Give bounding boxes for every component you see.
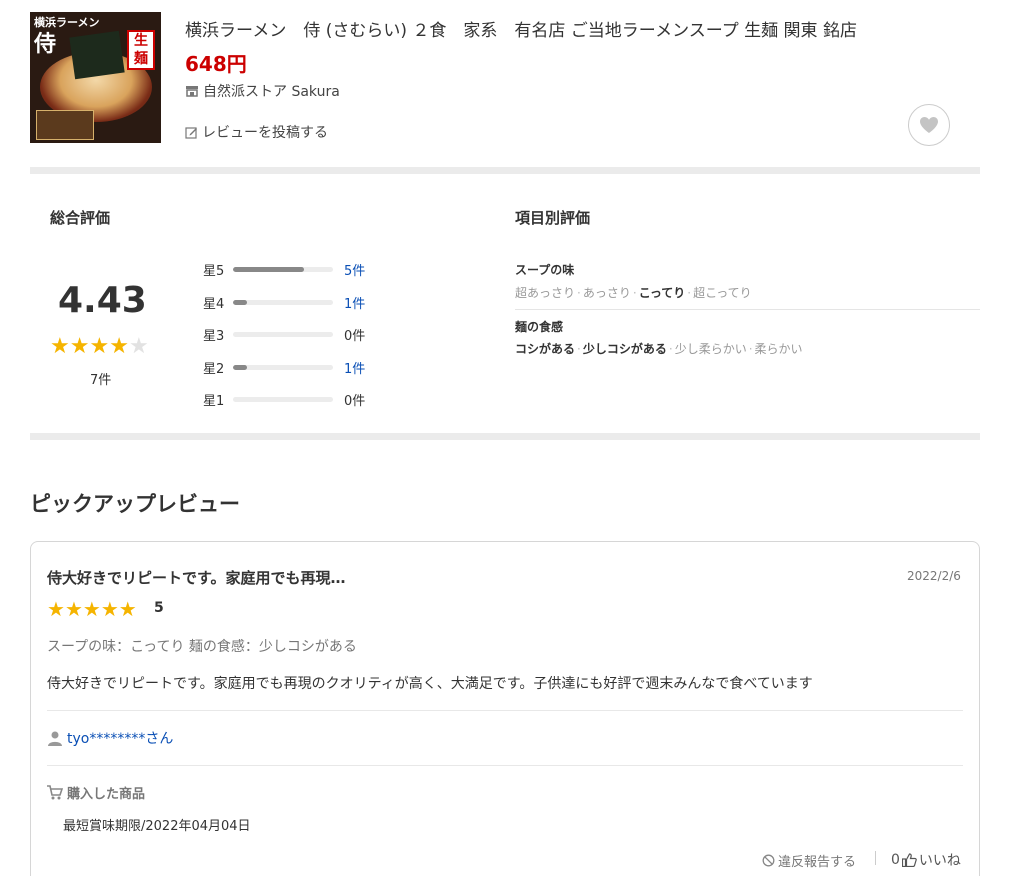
attribute-option: 少しコシがある bbox=[582, 342, 667, 356]
nori-image bbox=[69, 30, 125, 80]
attribute-options-noodle: コシがある · 少しコシがある · 少し柔らかい · 柔らかい bbox=[515, 340, 803, 357]
like-button[interactable]: 0 いいね bbox=[891, 850, 961, 870]
distribution-count-link[interactable]: 5件 bbox=[344, 260, 365, 279]
distribution-count: 0件 bbox=[344, 393, 366, 409]
edit-icon bbox=[185, 126, 197, 139]
review-attributes: スープの味：こってり 麺の食感：少しコシがある bbox=[47, 639, 357, 655]
section-divider bbox=[30, 167, 980, 174]
like-label: いいね bbox=[918, 853, 961, 869]
overall-rating-heading: 総合評価 bbox=[50, 209, 111, 227]
attribute-option: 柔らかい bbox=[754, 342, 803, 356]
star-empty-icon: ★ bbox=[128, 334, 149, 359]
distribution-label: 星5 bbox=[203, 263, 225, 279]
distribution-row-5: 星5 5件 bbox=[203, 259, 365, 279]
purchased-heading: 購入した商品 bbox=[47, 783, 145, 802]
option-separator: · bbox=[577, 286, 581, 300]
attribute-option: 超あっさり bbox=[515, 286, 576, 300]
distribution-row-4: 星4 1件 bbox=[203, 292, 365, 312]
attribute-divider bbox=[515, 309, 980, 310]
thumbnail-badge: 生麺 bbox=[127, 30, 155, 70]
review-body: 侍大好きでリピートです。家庭用でも再現のクオリティが高く、大満足です。子供達にも… bbox=[47, 676, 813, 692]
distribution-label: 星2 bbox=[203, 361, 225, 377]
reviewer-name: tyo********さん bbox=[67, 731, 174, 747]
favorite-button[interactable] bbox=[908, 104, 950, 146]
star-icon: ★ bbox=[69, 334, 90, 359]
thumbnail-brand-main: 侍 bbox=[34, 31, 57, 57]
section-divider bbox=[30, 433, 980, 440]
distribution-count-link[interactable]: 1件 bbox=[344, 358, 365, 377]
attribute-options-soup: 超あっさり · あっさり · こってり · 超こってり bbox=[515, 284, 752, 301]
distribution-label: 星4 bbox=[203, 296, 225, 312]
star-icon: ★ bbox=[64, 597, 83, 621]
distribution-bar bbox=[233, 364, 333, 370]
option-separator: · bbox=[687, 286, 692, 300]
star-icon: ★ bbox=[47, 597, 65, 621]
star-icon: ★ bbox=[50, 334, 70, 359]
star-icon: ★ bbox=[109, 334, 129, 359]
option-separator: · bbox=[668, 342, 673, 356]
review-stars: ★ ★ ★ ★ ★ bbox=[47, 597, 137, 621]
distribution-bar bbox=[233, 299, 333, 305]
attribute-option: 少し柔らかい bbox=[674, 342, 747, 356]
post-review-link[interactable]: レビューを投稿する bbox=[185, 122, 328, 142]
cart-icon bbox=[47, 785, 63, 800]
star-icon: ★ bbox=[82, 597, 101, 621]
attribute-name-soup: スープの味 bbox=[515, 263, 575, 277]
option-separator: · bbox=[632, 286, 637, 300]
report-button[interactable]: 違反報告する bbox=[762, 851, 856, 870]
star-icon: ★ bbox=[100, 597, 119, 621]
star-icon: ★ bbox=[118, 597, 137, 621]
distribution-fill bbox=[233, 266, 305, 272]
review-title[interactable]: 侍大好きでリピートです。家庭用でも再現… bbox=[47, 567, 346, 588]
distribution-fill bbox=[233, 364, 248, 370]
user-icon bbox=[48, 731, 62, 746]
product-price: 648円 bbox=[185, 52, 247, 76]
review-score: 5 bbox=[154, 600, 164, 616]
distribution-label: 星1 bbox=[203, 393, 225, 409]
store-link[interactable]: 自然派ストア Sakura bbox=[185, 81, 340, 101]
distribution-bar bbox=[233, 396, 333, 402]
attribute-option: あっさり bbox=[582, 286, 631, 300]
attribute-option: コシがある bbox=[515, 342, 576, 356]
thumbs-up-icon bbox=[901, 853, 917, 867]
distribution-row-3: 星3 0件 bbox=[203, 324, 365, 344]
distribution-count-link[interactable]: 1件 bbox=[344, 293, 365, 312]
purchased-label: 購入した商品 bbox=[67, 787, 146, 802]
distribution-label: 星3 bbox=[203, 328, 225, 344]
star-icon: ★ bbox=[89, 334, 110, 359]
review-divider bbox=[47, 710, 963, 711]
store-name: 自然派ストア Sakura bbox=[203, 84, 340, 100]
store-icon bbox=[186, 86, 198, 97]
attribute-name-noodle: 麺の食感 bbox=[515, 320, 564, 334]
option-separator: · bbox=[577, 342, 581, 356]
product-thumbnail[interactable]: 横浜ラーメン 侍 生麺 bbox=[30, 12, 161, 143]
action-separator bbox=[875, 851, 876, 865]
prohibited-icon bbox=[762, 854, 775, 867]
pickup-heading: ピックアップレビュー bbox=[30, 492, 240, 516]
distribution-fill bbox=[233, 299, 248, 305]
report-label: 違反報告する bbox=[778, 855, 857, 870]
reviewer-link[interactable]: tyo********さん bbox=[47, 728, 173, 748]
distribution-bar bbox=[233, 266, 333, 272]
review-count: 7件 bbox=[90, 373, 112, 388]
option-separator: · bbox=[748, 342, 753, 356]
attribute-option: こってり bbox=[638, 286, 686, 300]
product-title[interactable]: 横浜ラーメン 侍 (さむらい) ２食 家系 有名店 ご当地ラーメンスープ 生麺 … bbox=[185, 16, 857, 41]
distribution-bar bbox=[233, 331, 333, 337]
purchased-item: 最短賞味期限/2022年04月04日 bbox=[63, 819, 251, 834]
package-image bbox=[36, 110, 94, 140]
distribution-count: 0件 bbox=[344, 328, 366, 344]
like-count: 0 bbox=[891, 852, 900, 868]
post-review-label: レビューを投稿する bbox=[202, 125, 328, 141]
attribute-option: 超こってり bbox=[693, 286, 752, 300]
distribution-row-1: 星1 0件 bbox=[203, 389, 365, 409]
review-divider bbox=[47, 765, 963, 766]
average-stars: ★ ★ ★ ★ ★ bbox=[50, 334, 149, 359]
item-rating-heading: 項目別評価 bbox=[515, 209, 591, 227]
heart-icon bbox=[920, 117, 938, 133]
review-date: 2022/2/6 bbox=[907, 569, 961, 583]
distribution-row-2: 星2 1件 bbox=[203, 357, 365, 377]
average-rating: 4.43 bbox=[58, 280, 147, 321]
